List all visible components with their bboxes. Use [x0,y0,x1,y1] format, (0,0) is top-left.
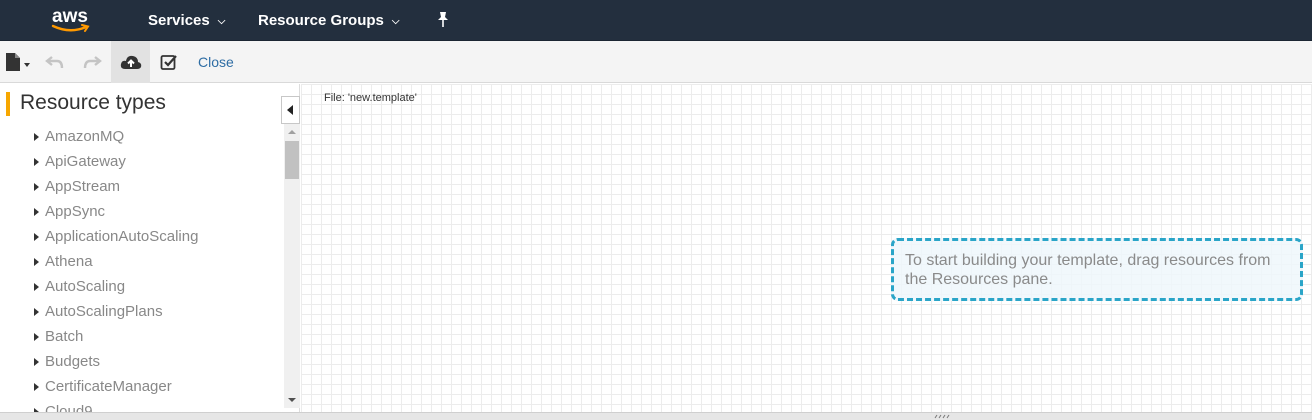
validate-button[interactable] [156,41,182,83]
cloud-upload-icon [120,55,141,69]
expand-caret-icon[interactable] [34,233,39,241]
undo-icon [45,56,64,69]
resource-type-label: Budgets [45,353,101,370]
resource-groups-label: Resource Groups [258,12,384,29]
resource-type-label: Athena [45,253,93,270]
resource-type-item[interactable]: Cloud9 [34,399,282,412]
bottom-splitter[interactable] [0,412,1312,420]
resource-type-label: Batch [45,328,84,345]
drop-hint-box: To start building your template, drag re… [891,238,1303,301]
validate-checkbox-icon [160,55,177,70]
resource-type-item[interactable]: AppStream [34,174,282,199]
resource-type-list: AmazonMQ ApiGateway AppStream AppSync Applic… [34,124,282,412]
drop-hint-text: To start building your template, drag re… [905,252,1271,288]
resource-type-label: AppSync [45,203,106,220]
expand-caret-icon[interactable] [34,183,39,191]
expand-caret-icon[interactable] [34,308,39,316]
expand-caret-icon[interactable] [34,158,39,166]
resource-type-item[interactable]: AppSync [34,199,282,224]
resource-type-item[interactable]: CertificateManager [34,374,282,399]
resource-groups-menu[interactable]: Resource Groups ⌵ [258,12,399,29]
resource-type-item[interactable]: ApplicationAutoScaling [34,224,282,249]
resource-types-panel: Resource types AmazonMQ ApiGateway AppStre… [0,84,300,412]
expand-caret-icon[interactable] [34,133,39,141]
aws-logo[interactable]: aws [50,4,98,36]
expand-caret-icon[interactable] [34,283,39,291]
scroll-thumb[interactable] [285,141,299,179]
chevron-down-icon: ⌵ [391,15,400,27]
scroll-down-arrow-icon[interactable] [284,392,300,408]
file-menu-icon [6,53,30,71]
resource-type-label: AutoScalingPlans [45,303,163,320]
expand-caret-icon[interactable] [34,383,39,391]
resource-type-item[interactable]: ApiGateway [34,149,282,174]
resource-type-label: Cloud9 [45,403,93,412]
resource-type-label: AutoScaling [45,278,126,295]
designer-toolbar: Close [0,41,1312,83]
pin-icon[interactable] [436,11,450,34]
close-link[interactable]: Close [198,54,234,70]
expand-caret-icon[interactable] [34,333,39,341]
resource-type-label: ApplicationAutoScaling [45,228,199,245]
file-menu-button[interactable] [0,41,34,83]
scroll-up-arrow-icon[interactable] [284,124,300,140]
resource-type-item[interactable]: Batch [34,324,282,349]
chevron-left-icon [286,105,293,115]
resource-type-label: AppStream [45,178,121,195]
vertical-scrollbar[interactable] [284,124,300,408]
resource-type-label: CertificateManager [45,378,172,395]
services-label: Services [148,12,210,29]
upload-button[interactable] [111,41,150,83]
services-menu[interactable]: Services ⌵ [148,12,225,29]
chevron-down-icon: ⌵ [217,15,226,27]
title-accent-bar [6,92,10,116]
resource-type-label: AmazonMQ [45,128,125,145]
file-name-label: File: 'new.template' [324,92,417,104]
redo-button[interactable] [77,41,107,83]
redo-icon [83,56,102,69]
resource-type-item[interactable]: AmazonMQ [34,124,282,149]
top-nav-bar: aws Services ⌵ Resource Groups ⌵ [0,0,1312,41]
undo-button[interactable] [40,41,70,83]
expand-caret-icon[interactable] [34,358,39,366]
resource-type-item[interactable]: Athena [34,249,282,274]
expand-caret-icon[interactable] [34,258,39,266]
expand-caret-icon[interactable] [34,208,39,216]
resource-type-label: ApiGateway [45,153,126,170]
aws-smile-icon [51,24,90,32]
design-canvas[interactable]: File: 'new.template' To start building y… [301,84,1312,412]
resource-type-item[interactable]: AutoScalingPlans [34,299,282,324]
panel-title: Resource types [20,91,166,114]
resource-type-item[interactable]: Budgets [34,349,282,374]
resource-type-item[interactable]: AutoScaling [34,274,282,299]
collapse-panel-button[interactable] [281,96,300,124]
resize-grip-icon[interactable] [932,414,952,419]
